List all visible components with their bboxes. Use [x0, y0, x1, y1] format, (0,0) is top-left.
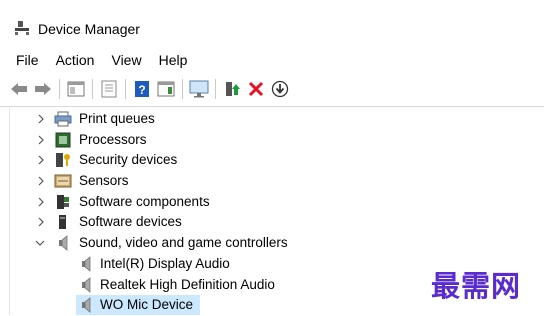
window-title: Device Manager [38, 21, 140, 37]
tree-item-label: Print queues [79, 111, 155, 126]
scan-hardware-button[interactable] [188, 78, 210, 100]
chevron-right-icon[interactable] [36, 197, 46, 207]
watermark: 最需网 [431, 269, 522, 303]
sensor-icon [54, 174, 72, 188]
tree-item-sound-video-game[interactable]: Sound, video and game controllers [0, 233, 544, 254]
help-button[interactable]: ? [131, 78, 153, 100]
tree-item-label: WO Mic Device [100, 297, 194, 313]
uninstall-button[interactable] [245, 78, 267, 100]
menu-help[interactable]: Help [151, 49, 197, 71]
monitor-icon [189, 80, 209, 98]
processor-icon [55, 132, 71, 148]
tree-item-label: Realtek High Definition Audio [100, 276, 275, 292]
show-hidden-icon [101, 80, 117, 98]
speaker-icon [82, 276, 91, 293]
tree-item-sensors[interactable]: Sensors [0, 171, 544, 192]
speaker-icon [82, 256, 91, 272]
chevron-right-icon[interactable] [36, 176, 46, 186]
tree-item-label: Sound, video and game controllers [79, 235, 288, 251]
tree-item-label: Software devices [79, 214, 182, 230]
speaker-icon [59, 235, 68, 251]
tree-item-label: Processors [79, 131, 147, 147]
toolbar-separator [215, 79, 216, 99]
tree-item-label: Intel(R) Display Audio [100, 255, 230, 271]
toolbar-separator [92, 79, 93, 99]
help-icon: ? [135, 81, 149, 97]
menu-view[interactable]: View [103, 49, 150, 71]
toolbar: ? [0, 76, 544, 102]
uninstall-icon [248, 81, 264, 97]
tree-item-security-devices[interactable]: Security devices [0, 150, 544, 171]
speaker-icon [82, 297, 91, 313]
tree-item-processors[interactable]: Processors [0, 130, 544, 151]
chevron-right-icon[interactable] [36, 135, 46, 145]
menu-action[interactable]: Action [48, 49, 104, 71]
device-manager-icon [15, 21, 29, 35]
title-bar: Device Manager [0, 0, 544, 44]
update-driver-button[interactable] [221, 78, 243, 100]
chevron-right-icon[interactable] [36, 114, 46, 124]
chevron-right-icon[interactable] [36, 217, 46, 227]
software-device-icon [59, 215, 66, 230]
action-pane-icon [157, 81, 175, 97]
action-pane-button[interactable] [155, 78, 177, 100]
tree-item-label: Security devices [79, 152, 178, 168]
software-component-icon [57, 194, 69, 209]
forward-icon [35, 83, 51, 95]
tree-item-label: Software components [79, 193, 210, 209]
toolbar-separator [59, 79, 60, 99]
properties-pane-button[interactable] [65, 78, 87, 100]
download-icon [271, 80, 289, 98]
toolbar-separator [125, 79, 126, 99]
svg-text:?: ? [138, 83, 145, 97]
enable-device-button[interactable] [269, 78, 291, 100]
tree-item-print-queues[interactable]: Print queues [0, 109, 544, 130]
back-button[interactable] [8, 78, 30, 100]
menu-bar: File Action View Help [0, 49, 544, 71]
toolbar-separator [182, 79, 183, 99]
chevron-right-icon[interactable] [36, 155, 46, 165]
menu-file[interactable]: File [0, 49, 48, 71]
update-driver-icon [226, 82, 240, 96]
security-device-icon [56, 153, 70, 168]
show-hidden-button[interactable] [98, 78, 120, 100]
tree-item-label: Sensors [79, 173, 129, 189]
tree-item-software-devices[interactable]: Software devices [0, 212, 544, 233]
tree-item-software-components[interactable]: Software components [0, 192, 544, 213]
toolbar-divider [0, 106, 544, 107]
back-icon [11, 83, 27, 95]
properties-pane-icon [67, 81, 85, 97]
chevron-down-icon[interactable] [35, 238, 45, 248]
forward-button[interactable] [32, 78, 54, 100]
printer-icon [54, 111, 72, 127]
